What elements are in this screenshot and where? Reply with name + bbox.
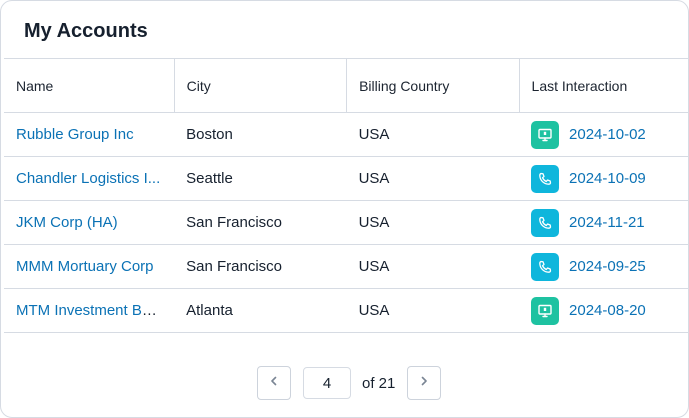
account-name-cell: Chandler Logistics I...	[4, 156, 175, 201]
table-row: Rubble Group Inc Boston USA 2024-10-02	[4, 112, 688, 157]
phone-icon	[531, 252, 560, 281]
interaction-date-link[interactable]: 2024-11-21	[569, 214, 645, 231]
previous-page-button[interactable]	[257, 366, 291, 400]
account-name-link[interactable]: Rubble Group Inc	[16, 126, 134, 143]
country-cell: USA	[346, 288, 520, 333]
chevron-right-icon	[418, 374, 430, 392]
interaction-date-link[interactable]: 2024-10-02	[569, 126, 646, 143]
page-count-label: of 21	[362, 374, 396, 392]
column-header-name[interactable]: Name	[4, 58, 175, 113]
country-cell: USA	[346, 156, 520, 201]
table-header-row: Name City Billing Country Last Interacti…	[4, 58, 688, 113]
accounts-card: My Accounts Name City Billing Country La…	[0, 0, 689, 418]
column-header-billing-country[interactable]: Billing Country	[346, 58, 520, 113]
last-interaction-cell: 2024-10-02	[519, 112, 688, 157]
table-row: JKM Corp (HA) San Francisco USA 2024-11-…	[4, 200, 688, 245]
account-name-cell: MMM Mortuary Corp	[4, 244, 175, 289]
account-name-link[interactable]: MMM Mortuary Corp	[16, 258, 154, 275]
monitor-icon	[531, 120, 560, 149]
country-cell: USA	[346, 244, 520, 289]
next-page-button[interactable]	[407, 366, 442, 400]
table-row: Chandler Logistics I... Seattle USA 2024…	[4, 156, 688, 201]
interaction-date-link[interactable]: 2024-08-20	[569, 302, 646, 319]
card-title: My Accounts	[24, 20, 148, 42]
country-cell: USA	[346, 112, 520, 157]
city-cell: Seattle	[174, 156, 347, 201]
last-interaction-cell: 2024-11-21	[519, 200, 688, 245]
chevron-left-icon	[268, 374, 280, 392]
account-name-cell: JKM Corp (HA)	[4, 200, 175, 245]
city-cell: Atlanta	[174, 288, 347, 333]
city-cell: San Francisco	[174, 244, 347, 289]
account-name-link[interactable]: JKM Corp (HA)	[16, 214, 118, 231]
pagination: of 21	[257, 366, 442, 400]
table-row: MMM Mortuary Corp San Francisco USA 2024…	[4, 244, 688, 289]
country-cell: USA	[346, 200, 520, 245]
last-interaction-cell: 2024-08-20	[519, 288, 688, 333]
interaction-date-link[interactable]: 2024-09-25	[569, 258, 646, 275]
interaction-date-link[interactable]: 2024-10-09	[569, 170, 646, 187]
city-cell: Boston	[174, 112, 347, 157]
accounts-table: Name City Billing Country Last Interacti…	[4, 58, 688, 333]
phone-icon	[531, 164, 560, 193]
account-name-cell: MTM Investment Ba...	[4, 288, 175, 333]
monitor-icon	[531, 296, 560, 325]
phone-icon	[531, 208, 560, 237]
account-name-cell: Rubble Group Inc	[4, 112, 175, 157]
last-interaction-cell: 2024-10-09	[519, 156, 688, 201]
last-interaction-cell: 2024-09-25	[519, 244, 688, 289]
account-name-link[interactable]: Chandler Logistics I...	[16, 170, 160, 187]
account-name-link[interactable]: MTM Investment Ba...	[16, 302, 163, 319]
table-row: MTM Investment Ba... Atlanta USA 2024-08…	[4, 288, 688, 333]
column-header-last-interaction[interactable]: Last Interaction	[518, 58, 688, 113]
column-header-city[interactable]: City	[173, 58, 347, 113]
page-number-input[interactable]	[303, 367, 351, 399]
city-cell: San Francisco	[174, 200, 347, 245]
